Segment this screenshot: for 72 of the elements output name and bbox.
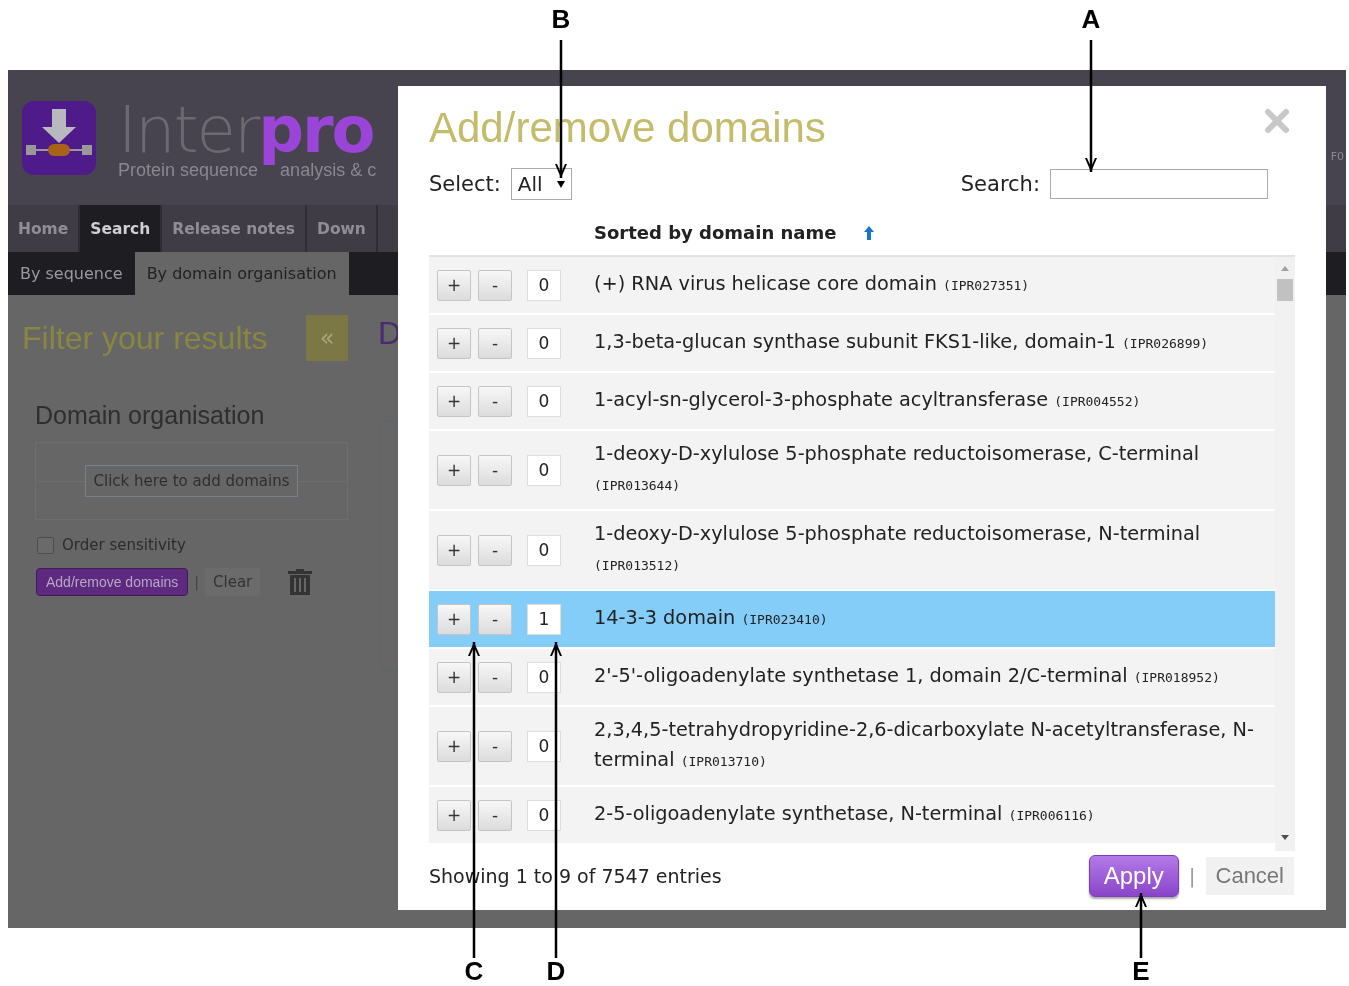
domain-label: 1-acyl-sn-glycerol-3-phosphate acyltransferase (IPR004552) [594,387,1141,413]
domain-label: (+) RNA virus helicase core domain (IPR027351) [594,271,1030,297]
nav-tab[interactable]: Search [80,205,163,252]
separator: | [194,574,199,590]
column-header[interactable]: Sorted by domain name [594,222,837,243]
plus-button[interactable]: + [437,661,471,693]
count-field[interactable]: 0 [527,730,561,762]
count-field[interactable]: 0 [527,661,561,693]
domain-row[interactable]: + - 0 2'-5'-oligoadenylate synthetase 1, domain 2/C-terminal (IPR018952) [429,649,1275,707]
header-text: F0 [1330,150,1344,163]
plus-button[interactable]: + [437,269,471,301]
minus-button[interactable]: - [478,534,512,566]
domain-row[interactable]: + - 0 1-acyl-sn-glycerol-3-phosphate acyltransferase (IPR004552) [429,373,1275,431]
close-icon[interactable] [1264,108,1290,134]
minus-button[interactable]: - [478,730,512,762]
plus-button[interactable]: + [437,799,471,831]
separator: | [1188,864,1196,888]
callout-label: D [546,956,566,986]
plus-button[interactable]: + [437,454,471,486]
count-field[interactable]: 0 [527,327,561,359]
minus-button[interactable]: - [478,454,512,486]
minus-button[interactable]: - [478,327,512,359]
minus-button[interactable]: - [478,603,512,635]
domain-label: 14-3-3 domain (IPR023410) [594,605,828,631]
plus-button[interactable]: + [437,603,471,635]
callout-label: E [1132,956,1150,986]
count-field[interactable]: 0 [527,454,561,486]
domain-label: 2,3,4,5-tetrahydropyridine-2,6-dicarboxylate N-acetyltransferase, N-terminal (IPR013710) [594,717,1255,773]
minus-button[interactable]: - [478,385,512,417]
callout-label: B [551,4,571,35]
domain-label: 2-5-oligoadenylate synthetase, N-terminal (IPR006116) [594,801,1095,827]
apply-button[interactable]: Apply [1088,855,1179,897]
count-field[interactable]: 0 [527,799,561,831]
plus-button[interactable]: + [437,385,471,417]
count-field[interactable]: 0 [527,534,561,566]
callout-label: A [1081,4,1101,35]
domain-row[interactable]: + - 0 1-deoxy-D-xylulose 5-phosphate reductoisomerase, N-terminal (IPR013512) [429,511,1275,591]
count-field[interactable]: 0 [527,269,561,301]
domain-row[interactable]: + - 0 2-5-oligoadenylate synthetase, N-terminal (IPR006116) [429,787,1275,845]
count-field[interactable]: 0 [527,385,561,417]
tagline: analysis & c [280,160,377,181]
logo-icon [22,100,96,175]
callout-label: C [464,956,484,986]
callout-arrow [1135,893,1147,958]
select-label: Select: [429,172,501,196]
minus-button[interactable]: - [478,269,512,301]
checkbox[interactable] [37,536,54,554]
domain-row[interactable]: + - 0 2,3,4,5-tetrahydropyridine-2,6-dicarboxylate N-acetyltransferase, N-terminal (IPR013710) [429,707,1275,787]
section-title: Domain organisation [35,401,266,430]
tagline: Protein sequence [118,160,259,181]
add-remove-button[interactable]: Add/remove domains [36,568,189,596]
scrollbar[interactable] [1275,257,1295,851]
search-field[interactable] [1050,169,1268,199]
domain-row[interactable]: + - 1 14-3-3 domain (IPR023410) [429,591,1275,649]
domain-label: 1-deoxy-D-xylulose 5-phosphate reductoisomerase, N-terminal (IPR013512) [594,521,1202,575]
minus-button[interactable]: - [478,661,512,693]
domain-label: 1-deoxy-D-xylulose 5-phosphate reductoisomerase, C-terminal (IPR013644) [594,441,1201,495]
plus-button[interactable]: + [437,730,471,762]
plus-button[interactable]: + [437,327,471,359]
minus-button[interactable]: - [478,799,512,831]
domain-row[interactable]: + - 0 1,3-beta-glucan synthase subunit FKS1-like, domain-1 (IPR026899) [429,315,1275,373]
checkbox-label: Order sensitivity [62,536,186,554]
trash-icon[interactable] [288,569,313,595]
domain-row[interactable]: + - 0 1-deoxy-D-xylulose 5-phosphate reductoisomerase, C-terminal (IPR013644) [429,431,1275,511]
search-label: Search: [960,172,1040,196]
sort-arrow-icon[interactable] [864,225,875,240]
domain-label: 2'-5'-oligoadenylate synthetase 1, domain 2/C-terminal (IPR018952) [594,663,1220,689]
domain-label: 1,3-beta-glucan synthase subunit FKS1-like, domain-1 (IPR026899) [594,329,1209,355]
count-field[interactable]: 1 [527,603,561,635]
cancel-button[interactable]: Cancel [1205,857,1294,895]
plus-button[interactable]: + [437,534,471,566]
domain-row[interactable]: + - 0 (+) RNA virus helicase core domain (IPR027351) [429,257,1275,315]
